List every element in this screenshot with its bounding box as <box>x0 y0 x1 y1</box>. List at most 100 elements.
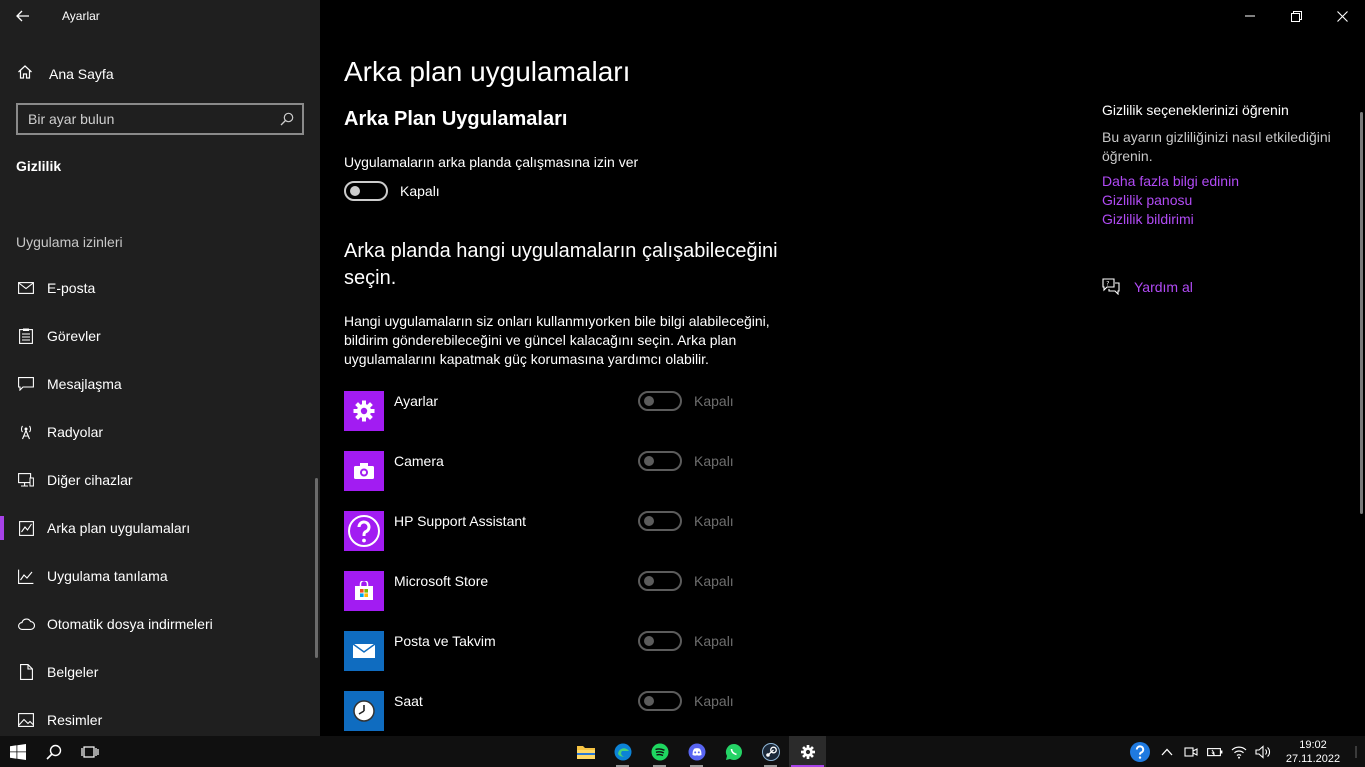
diagnostics-icon <box>17 567 35 585</box>
app-toggle[interactable] <box>638 451 682 471</box>
windows-logo-icon <box>10 743 26 760</box>
taskbar-clock[interactable]: 19:02 27.11.2022 <box>1281 738 1345 766</box>
radio-icon <box>17 423 35 441</box>
toggle-state-label: Kapalı <box>694 513 734 529</box>
settings-button[interactable] <box>789 736 826 767</box>
devices-icon <box>17 471 35 489</box>
task-view-icon <box>81 745 99 758</box>
close-button[interactable] <box>1319 0 1365 32</box>
camera-tray-button[interactable] <box>1179 736 1203 767</box>
toggle-state-label: Kapalı <box>694 633 734 649</box>
toggle-state-label: Kapalı <box>694 393 734 409</box>
discord-button[interactable] <box>678 736 715 767</box>
page-title: Arka plan uygulamaları <box>344 56 631 87</box>
window-controls <box>1227 0 1365 32</box>
sidebar-item-label: Arka plan uygulamaları <box>47 520 191 536</box>
sidebar-item-tasks[interactable]: Görevler <box>0 312 320 360</box>
battery-tray-button[interactable] <box>1203 736 1227 767</box>
taskbar: 19:02 27.11.2022 <box>0 736 1365 767</box>
get-help-link[interactable]: ? Yardım al <box>1102 278 1193 295</box>
battery-icon <box>1207 747 1223 756</box>
app-name: HP Support Assistant <box>394 513 527 529</box>
whatsapp-icon <box>725 743 742 760</box>
aside-description: Bu ayarın gizliliğinizi nasıl etkilediği… <box>1102 129 1331 164</box>
network-tray-button[interactable] <box>1227 736 1251 767</box>
minimize-button[interactable] <box>1227 0 1273 32</box>
start-button[interactable] <box>0 736 36 767</box>
volume-tray-button[interactable] <box>1251 736 1275 767</box>
home-nav-item[interactable]: Ana Sayfa <box>0 56 320 92</box>
choose-apps-heading: Arka planda hangi uygulamaların çalışabi… <box>344 240 778 289</box>
spotify-button[interactable] <box>641 736 678 767</box>
show-hidden-icons-button[interactable] <box>1155 736 1179 767</box>
gear-icon <box>344 391 384 431</box>
app-name: Saat <box>394 693 423 709</box>
sidebar-item-label: Diğer cihazlar <box>47 472 133 488</box>
restore-icon <box>1290 10 1302 22</box>
app-toggle[interactable] <box>638 571 682 591</box>
app-row-settings: Ayarlar Kapalı <box>344 391 764 451</box>
search-box[interactable] <box>16 103 304 135</box>
system-tray: 19:02 27.11.2022 <box>1125 736 1365 767</box>
sidebar-item-radios[interactable]: Radyolar <box>0 408 320 456</box>
main-content: Arka plan uygulamaları Arka Plan Uygulam… <box>320 0 1365 736</box>
app-toggle[interactable] <box>638 391 682 411</box>
document-icon <box>17 663 35 681</box>
edge-button[interactable] <box>604 736 641 767</box>
group-title: Uygulama izinleri <box>16 234 123 250</box>
sidebar-item-documents[interactable]: Belgeler <box>0 648 320 696</box>
app-toggle[interactable] <box>638 691 682 711</box>
app-name: Ayarlar <box>394 393 439 409</box>
app-toggle-row: Kapalı <box>638 511 734 531</box>
restore-button[interactable] <box>1273 0 1319 32</box>
folder-icon <box>576 746 595 759</box>
sidebar-item-background-apps[interactable]: Arka plan uygulamaları <box>0 504 320 552</box>
app-name: Camera <box>394 453 444 469</box>
hp-support-tray-button[interactable] <box>1125 736 1155 767</box>
sidebar-scrollbar[interactable] <box>315 478 318 658</box>
search-icon <box>46 744 62 760</box>
aside-title: Gizlilik seçeneklerinizi öğrenin <box>1102 102 1289 118</box>
notifications-button[interactable] <box>1351 736 1365 767</box>
steam-button[interactable] <box>752 736 789 767</box>
spotify-icon <box>651 743 668 760</box>
get-help-label: Yardım al <box>1134 278 1193 295</box>
privacy-dashboard-link[interactable]: Gizlilik panosu <box>1102 191 1342 210</box>
sidebar-item-label: Mesajlaşma <box>47 376 122 392</box>
section-heading: Arka Plan Uygulamaları <box>344 108 568 130</box>
camera-icon <box>344 451 384 491</box>
search-button[interactable] <box>36 736 72 767</box>
app-toggle[interactable] <box>638 511 682 531</box>
app-list: Ayarlar Kapalı Camera Kapalı HP Support … <box>344 391 764 751</box>
privacy-statement-link[interactable]: Gizlilik bildirimi <box>1102 210 1342 229</box>
main-scrollbar[interactable] <box>1360 112 1363 514</box>
sidebar-item-other-devices[interactable]: Diğer cihazlar <box>0 456 320 504</box>
learn-more-link[interactable]: Daha fazla bilgi edinin <box>1102 172 1342 191</box>
app-name: Posta ve Takvim <box>394 633 496 649</box>
sidebar-item-email[interactable]: E-posta <box>0 264 320 312</box>
task-view-button[interactable] <box>72 736 108 767</box>
sidebar-item-auto-downloads[interactable]: Otomatik dosya indirmeleri <box>0 600 320 648</box>
back-arrow-icon <box>16 10 29 22</box>
edge-icon <box>614 743 631 760</box>
envelope-icon <box>344 631 384 671</box>
file-explorer-button[interactable] <box>567 736 604 767</box>
whatsapp-button[interactable] <box>715 736 752 767</box>
home-label: Ana Sayfa <box>49 66 114 82</box>
notification-icon <box>1355 745 1357 758</box>
taskbar-left <box>0 736 108 767</box>
wifi-icon <box>1231 746 1247 759</box>
chevron-up-icon <box>1161 748 1173 755</box>
app-toggle[interactable] <box>638 631 682 651</box>
question-icon <box>344 511 384 551</box>
tasks-icon <box>17 327 35 345</box>
toggle-state-label: Kapalı <box>694 573 734 589</box>
sidebar-item-app-diagnostics[interactable]: Uygulama tanılama <box>0 552 320 600</box>
sidebar-item-messaging[interactable]: Mesajlaşma <box>0 360 320 408</box>
search-input[interactable] <box>28 111 268 127</box>
back-button[interactable] <box>0 0 46 32</box>
allow-background-toggle[interactable] <box>344 181 388 201</box>
search-icon[interactable] <box>280 112 294 126</box>
app-row-mail-calendar: Posta ve Takvim Kapalı <box>344 631 764 691</box>
sidebar-item-label: Uygulama tanılama <box>47 568 168 584</box>
